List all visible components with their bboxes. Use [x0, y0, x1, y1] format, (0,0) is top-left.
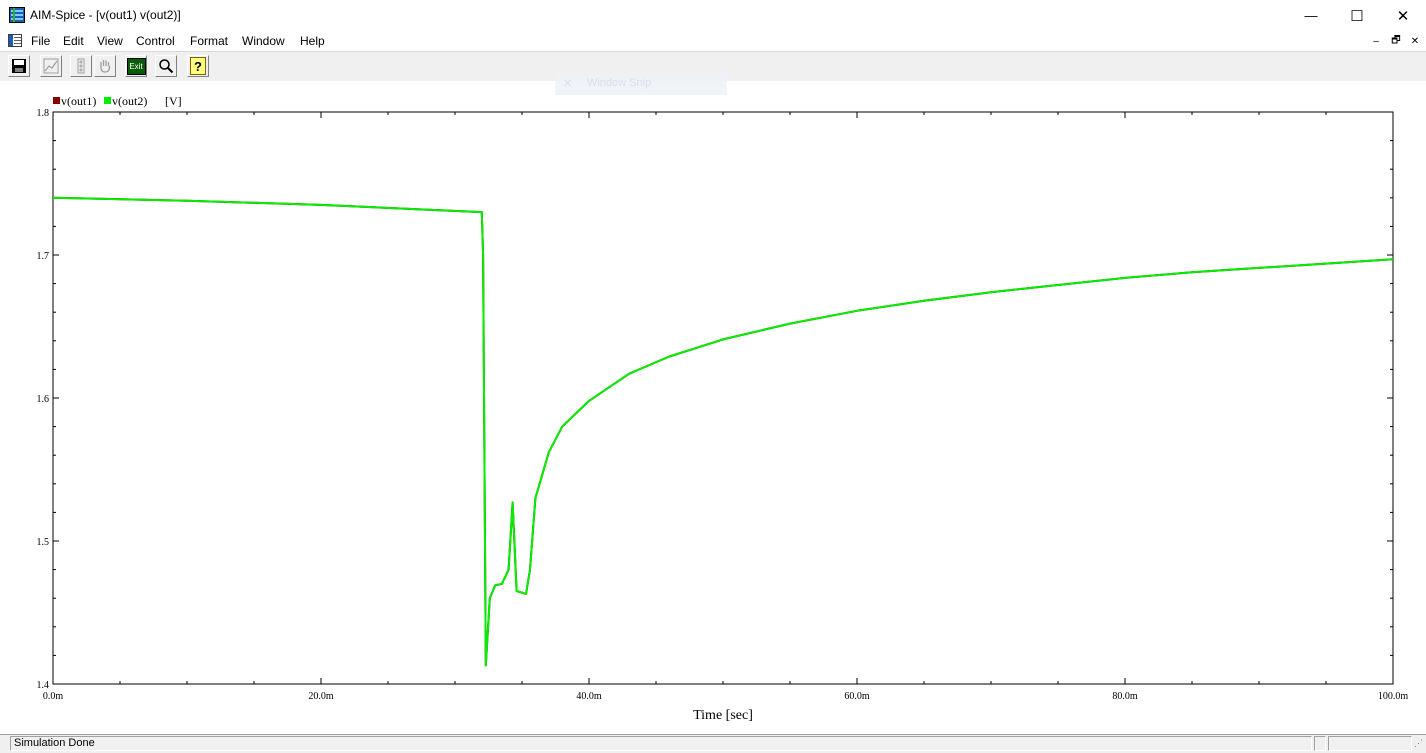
minimize-button[interactable]: —	[1288, 0, 1334, 31]
window-snip-overlay: ✕ Window Snip	[555, 73, 727, 95]
status-text: Simulation Done	[10, 736, 1312, 751]
mdi-close-icon: ✕	[1410, 35, 1420, 47]
menu-edit[interactable]: Edit	[63, 34, 84, 48]
pause-button[interactable]	[94, 55, 116, 77]
maximize-icon: ☐	[1350, 7, 1364, 25]
series-line-v-out2	[52, 196, 1394, 667]
status-bar: Simulation Done ⋰	[0, 734, 1426, 753]
exit-icon: Exit	[126, 57, 146, 75]
x-tick-label: 0.0m	[43, 691, 64, 702]
exit-label: Exit	[129, 61, 143, 71]
status-panel-2	[1314, 736, 1326, 751]
mdi-restore-button[interactable]: 🗗	[1388, 34, 1404, 48]
legend-label-v-out1: v(out1)	[61, 94, 96, 108]
maximize-button[interactable]: ☐	[1334, 0, 1380, 31]
legend-label-v-out2: v(out2)	[112, 94, 147, 108]
status-panel-3	[1328, 736, 1412, 751]
save-icon	[12, 59, 26, 73]
x-tick-label: 60.0m	[844, 691, 870, 702]
menu-window[interactable]: Window	[242, 34, 285, 48]
plot-frame	[52, 111, 1394, 685]
help-label: ?	[194, 58, 202, 74]
zoom-button[interactable]	[155, 55, 177, 77]
mdi-minimize-icon: –	[1373, 35, 1379, 47]
x-tick-label: 100.0m	[1378, 691, 1409, 702]
menu-control[interactable]: Control	[136, 34, 175, 48]
close-icon: ✕	[1396, 7, 1410, 25]
close-button[interactable]: ✕	[1380, 0, 1426, 31]
window-snip-label: Window Snip	[587, 77, 652, 89]
y-tick-label: 1.8	[37, 108, 50, 119]
save-button[interactable]	[8, 55, 30, 77]
chart-icon	[43, 58, 59, 74]
y-tick-label: 1.4	[37, 680, 50, 691]
plot-window: v(out1) v(out2) [V] 1.4 1.5 1.6 1.7 1.8 0.0m…	[0, 81, 1426, 734]
mdi-restore-icon: 🗗	[1391, 34, 1401, 46]
window-title: AIM-Spice - [v(out1) v(out2)]	[30, 8, 181, 22]
legend-swatch-v-out1	[53, 97, 60, 104]
units-label: [V]	[165, 94, 182, 108]
menu-bar: File Edit View Control Format Window Hel…	[0, 31, 1426, 51]
x-tick-label: 80.0m	[1112, 691, 1138, 702]
resize-grip-icon[interactable]: ⋰	[1414, 738, 1423, 749]
y-axis: 1.4 1.5 1.6 1.7 1.8	[37, 108, 1393, 691]
series-line-v-out1	[52, 196, 1394, 667]
exit-button[interactable]: Exit	[125, 55, 147, 77]
x-axis-label: Time [sec]	[693, 708, 753, 723]
plot-button[interactable]	[40, 55, 62, 77]
menu-help[interactable]: Help	[300, 34, 325, 48]
mdi-minimize-button[interactable]: –	[1368, 34, 1384, 48]
x-tick-label: 40.0m	[576, 691, 602, 702]
legend: v(out1) v(out2) [V]	[53, 94, 182, 108]
series-group	[52, 196, 1394, 667]
hand-icon	[100, 60, 111, 73]
x-tick-label: 20.0m	[308, 691, 334, 702]
help-button[interactable]: ?	[187, 55, 209, 77]
y-tick-label: 1.5	[37, 537, 50, 548]
title-bar: AIM-Spice - [v(out1) v(out2)] — ☐ ✕	[0, 0, 1426, 31]
document-system-menu-icon[interactable]	[8, 34, 22, 47]
menu-format[interactable]: Format	[190, 34, 228, 48]
minimize-icon: —	[1304, 8, 1318, 23]
snip-close-icon: ✕	[563, 78, 573, 90]
legend-swatch-v-out2	[104, 97, 111, 104]
aim-spice-app-icon[interactable]	[9, 7, 25, 23]
help-icon: ?	[190, 57, 206, 75]
stop-button[interactable]	[70, 55, 92, 77]
zoom-icon	[159, 59, 174, 74]
y-tick-label: 1.6	[37, 394, 50, 405]
waveform-plot[interactable]: v(out1) v(out2) [V] 1.4 1.5 1.6 1.7 1.8 0.0m…	[0, 81, 1426, 734]
menu-file[interactable]: File	[31, 34, 50, 48]
menu-view[interactable]: View	[97, 34, 123, 48]
mdi-close-button[interactable]: ✕	[1407, 34, 1423, 48]
y-tick-label: 1.7	[37, 251, 50, 262]
traffic-light-icon	[77, 58, 85, 74]
x-axis: 0.0m 20.0m 40.0m 60.0m 80.0m 100.0m	[43, 112, 1409, 702]
